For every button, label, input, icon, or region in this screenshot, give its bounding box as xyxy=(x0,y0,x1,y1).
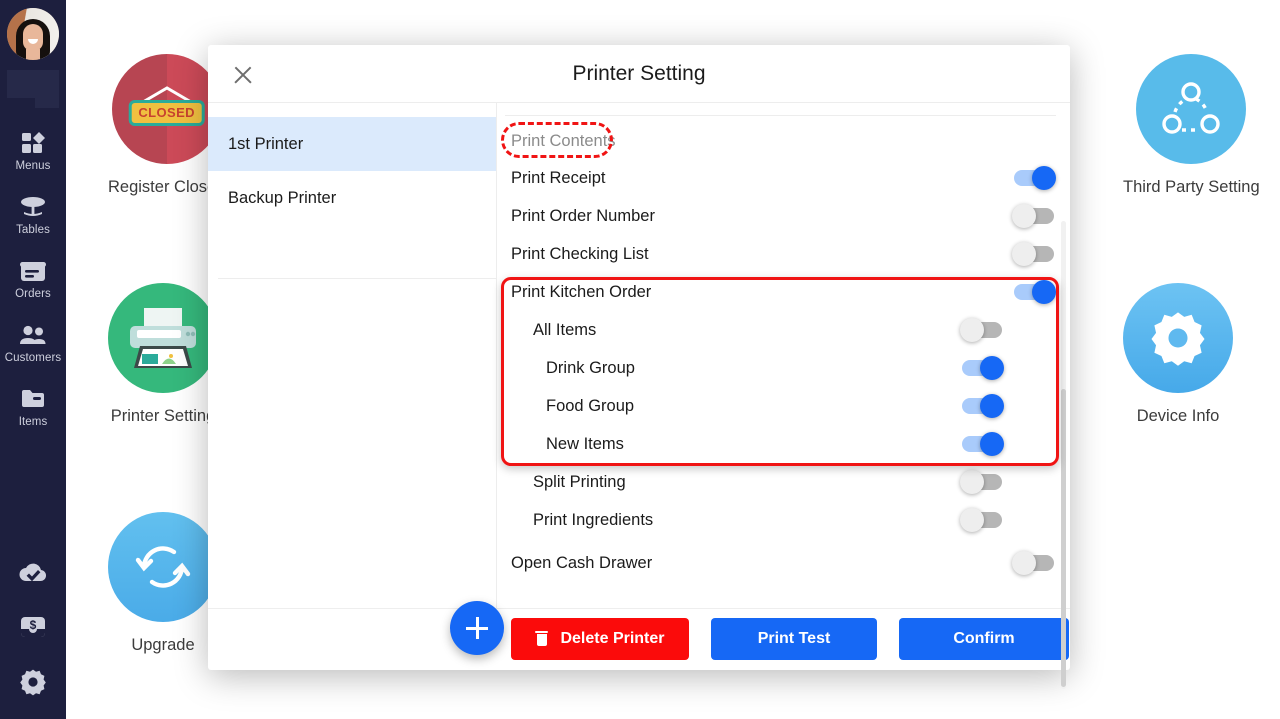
sidebar-item-items[interactable]: Items xyxy=(18,386,48,428)
setting-label: Open Cash Drawer xyxy=(511,554,652,573)
sidebar-item-customers[interactable]: Customers xyxy=(5,322,62,364)
setting-row-split-printing[interactable]: Split Printing xyxy=(511,463,1070,501)
cash-icon[interactable]: $ xyxy=(17,612,49,642)
dialog-footer: Delete Printer Print Test Confirm xyxy=(208,608,1070,668)
toggle-print-order-number[interactable] xyxy=(1014,208,1054,224)
grid-icon xyxy=(18,130,48,156)
avatar[interactable] xyxy=(7,8,59,60)
printer-name: 1st Printer xyxy=(228,135,303,154)
setting-label: Drink Group xyxy=(511,359,635,378)
dialog-header: Printer Setting xyxy=(208,45,1070,103)
tile-label: Printer Setting xyxy=(111,407,216,426)
sidebar-item-orders[interactable]: Orders xyxy=(15,258,51,300)
toggle-split-printing[interactable] xyxy=(962,474,1002,490)
dialog-body: 1st Printer Backup Printer Print Content… xyxy=(208,103,1070,608)
setting-label: Print Ingredients xyxy=(511,511,653,530)
setting-label: Food Group xyxy=(511,397,634,416)
user-name-placeholder xyxy=(7,70,59,108)
sidebar-bottom-actions: $ xyxy=(17,557,49,719)
setting-label: All Items xyxy=(511,321,596,340)
tile-label: Device Info xyxy=(1137,407,1220,426)
printer-list-item-1st-printer[interactable]: 1st Printer xyxy=(208,117,496,171)
setting-label: Print Order Number xyxy=(511,207,655,226)
gear-icon[interactable] xyxy=(17,667,49,697)
divider xyxy=(218,278,496,279)
section-header-print-contents: Print Contents xyxy=(511,123,1070,159)
table-icon xyxy=(18,194,48,220)
setting-row-food-group[interactable]: Food Group xyxy=(511,387,1070,425)
setting-row-print-order-number[interactable]: Print Order Number xyxy=(511,197,1070,235)
confirm-button[interactable]: Confirm xyxy=(899,618,1069,660)
toggle-drink-group[interactable] xyxy=(962,360,1002,376)
tile-label: Third Party Setting xyxy=(1123,178,1260,197)
toggle-print-ingredients[interactable] xyxy=(962,512,1002,528)
setting-row-print-kitchen-order[interactable]: Print Kitchen Order xyxy=(511,273,1070,311)
delete-printer-label: Delete Printer xyxy=(560,630,664,648)
printer-setting-dialog: Printer Setting 1st Printer Backup Print… xyxy=(208,45,1070,670)
delete-printer-button[interactable]: Delete Printer xyxy=(511,618,689,660)
tile-printer-setting[interactable]: Printer Setting xyxy=(108,283,218,426)
setting-label: Print Checking List xyxy=(511,245,649,264)
print-test-button[interactable]: Print Test xyxy=(711,618,877,660)
closed-sign-icon: CLOSED xyxy=(112,54,222,164)
tile-upgrade[interactable]: Upgrade xyxy=(108,512,218,655)
orders-icon xyxy=(18,258,48,284)
customers-icon xyxy=(18,322,48,348)
left-navigation: Menus Tables Orders Customers Items xyxy=(0,0,66,719)
trash-icon xyxy=(535,631,548,647)
close-icon[interactable] xyxy=(230,62,256,88)
section-title: Print Contents xyxy=(511,132,616,151)
setting-row-all-items[interactable]: All Items xyxy=(511,311,1070,349)
setting-label: Print Kitchen Order xyxy=(511,283,651,302)
tile-third-party-setting[interactable]: Third Party Setting xyxy=(1123,54,1260,197)
cloud-check-icon[interactable] xyxy=(17,557,49,587)
sidebar-item-tables[interactable]: Tables xyxy=(16,194,50,236)
tile-label: Upgrade xyxy=(131,636,194,655)
toggle-food-group[interactable] xyxy=(962,398,1002,414)
refresh-icon xyxy=(108,512,218,622)
printer-icon xyxy=(108,283,218,393)
toggle-new-items[interactable] xyxy=(962,436,1002,452)
closed-sign-text: CLOSED xyxy=(128,100,205,126)
printer-list: 1st Printer Backup Printer xyxy=(208,103,497,608)
printer-list-item-backup-printer[interactable]: Backup Printer xyxy=(208,171,496,225)
share-nodes-icon xyxy=(1136,54,1246,164)
setting-row-new-items[interactable]: New Items xyxy=(511,425,1070,463)
app-root: Menus Tables Orders Customers Items xyxy=(0,0,1280,719)
settings-scrollbar-thumb[interactable] xyxy=(1061,389,1066,687)
setting-label: Split Printing xyxy=(511,473,626,492)
toggle-all-items[interactable] xyxy=(962,322,1002,338)
tile-device-info[interactable]: Device Info xyxy=(1123,283,1233,426)
sidebar-item-menus[interactable]: Menus xyxy=(15,130,50,172)
add-printer-button[interactable] xyxy=(450,601,504,655)
setting-row-open-cash-drawer[interactable]: Open Cash Drawer xyxy=(511,544,1070,582)
sidebar-item-label: Menus xyxy=(15,160,50,172)
print-test-label: Print Test xyxy=(758,630,831,648)
toggle-open-cash-drawer[interactable] xyxy=(1014,555,1054,571)
setting-label: Print Receipt xyxy=(511,169,605,188)
confirm-label: Confirm xyxy=(953,630,1014,648)
printer-name: Backup Printer xyxy=(228,189,336,208)
setting-row-print-ingredients[interactable]: Print Ingredients xyxy=(511,501,1070,539)
dialog-title: Printer Setting xyxy=(208,45,1070,103)
toggle-print-kitchen-order[interactable] xyxy=(1014,284,1054,300)
toggle-print-checking-list[interactable] xyxy=(1014,246,1054,262)
sidebar-item-label: Orders xyxy=(15,288,51,300)
gear-icon xyxy=(1123,283,1233,393)
setting-row-print-checking-list[interactable]: Print Checking List xyxy=(511,235,1070,273)
sidebar-item-label: Customers xyxy=(5,352,62,364)
setting-label: New Items xyxy=(511,435,624,454)
print-settings-panel: Print Contents Print Receipt Print Order… xyxy=(497,103,1070,608)
items-icon xyxy=(18,386,48,412)
svg-text:$: $ xyxy=(30,618,37,632)
settings-list: Print Contents Print Receipt Print Order… xyxy=(511,103,1070,582)
setting-row-drink-group[interactable]: Drink Group xyxy=(511,349,1070,387)
toggle-print-receipt[interactable] xyxy=(1014,170,1054,186)
sidebar-item-label: Tables xyxy=(16,224,50,236)
setting-row-print-receipt[interactable]: Print Receipt xyxy=(511,159,1070,197)
sidebar-item-label: Items xyxy=(19,416,48,428)
